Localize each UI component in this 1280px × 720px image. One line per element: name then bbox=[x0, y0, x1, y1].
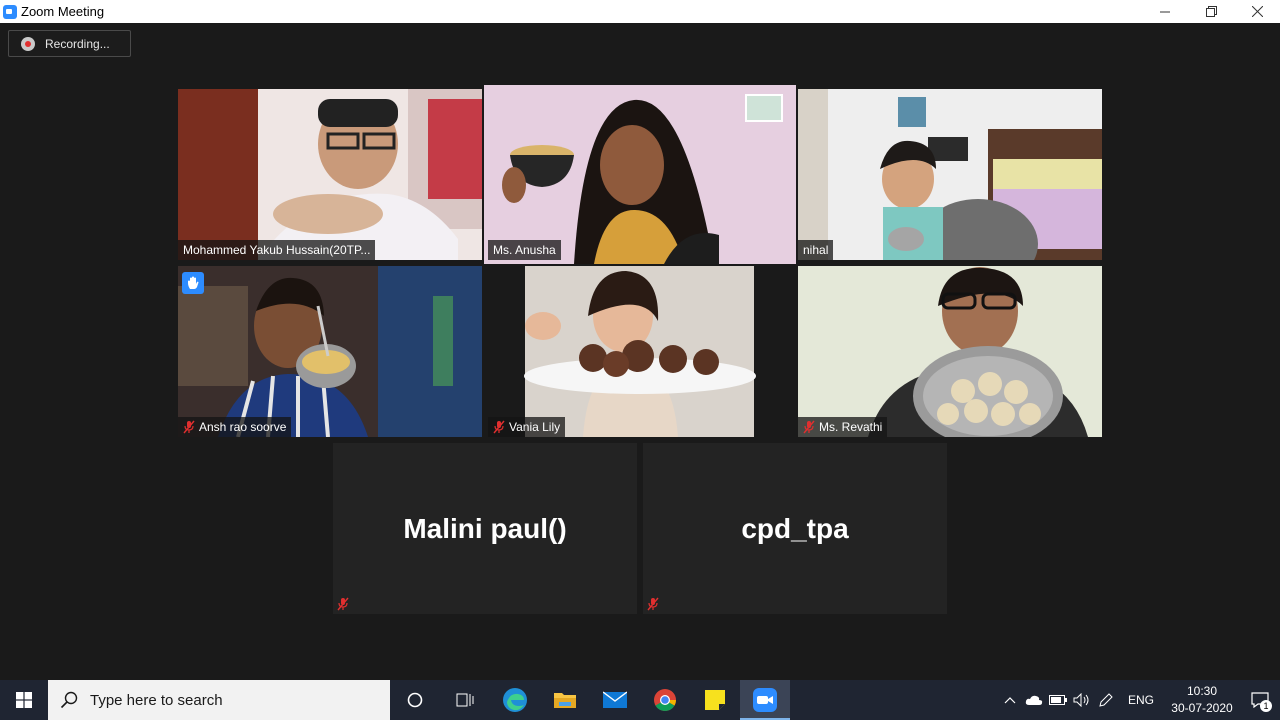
chrome-icon bbox=[654, 689, 676, 711]
windows-logo-icon bbox=[16, 692, 32, 708]
video-feed bbox=[178, 266, 482, 437]
pen-icon bbox=[1099, 693, 1113, 707]
muted-mic-icon bbox=[493, 420, 505, 434]
zoom-meeting-window: Zoom Meeting Recording... Mohammed Yakub… bbox=[0, 0, 1280, 680]
search-icon bbox=[60, 691, 78, 709]
title-bar: Zoom Meeting bbox=[0, 0, 1280, 23]
zoom-icon bbox=[753, 688, 777, 712]
taskbar-app-chrome[interactable] bbox=[640, 680, 690, 720]
windows-taskbar: Type here to search ENG 10:30 30-07-2020… bbox=[0, 680, 1280, 720]
muted-mic-icon bbox=[183, 420, 195, 434]
video-tile-anusha[interactable]: Ms. Anusha bbox=[484, 85, 796, 264]
start-button[interactable] bbox=[0, 680, 48, 720]
input-language-indicator[interactable]: ENG bbox=[1128, 693, 1154, 707]
clock-time: 10:30 bbox=[1186, 684, 1218, 698]
video-tile-vania[interactable]: Vania Lily bbox=[488, 266, 792, 437]
participant-name-tag: Ansh rao soorve bbox=[178, 417, 292, 437]
task-view-button[interactable] bbox=[440, 680, 490, 720]
notification-count: 1 bbox=[1260, 700, 1272, 712]
participant-name-tag: Mohammed Yakub Hussain(20TP... bbox=[178, 240, 376, 260]
cloud-icon bbox=[1025, 695, 1043, 705]
battery-tray-button[interactable] bbox=[1046, 680, 1070, 720]
edge-icon bbox=[503, 688, 527, 712]
task-view-icon bbox=[456, 693, 474, 707]
participant-name-tag: Ms. Anusha bbox=[488, 240, 561, 260]
action-center-button[interactable]: 1 bbox=[1240, 680, 1280, 720]
video-feed bbox=[488, 266, 792, 437]
participant-name: Ms. Revathi bbox=[819, 420, 883, 434]
window-title: Zoom Meeting bbox=[21, 4, 105, 19]
video-tile-nihal[interactable]: nihal bbox=[798, 89, 1102, 260]
volume-tray-button[interactable] bbox=[1070, 680, 1094, 720]
search-placeholder: Type here to search bbox=[90, 691, 223, 709]
mail-icon bbox=[603, 691, 627, 708]
video-feed bbox=[798, 89, 1102, 260]
sticky-notes-icon bbox=[705, 690, 725, 710]
participant-name: Ms. Anusha bbox=[493, 243, 556, 257]
minimize-icon bbox=[1160, 11, 1170, 12]
taskbar-app-edge[interactable] bbox=[490, 680, 540, 720]
taskbar-app-mail[interactable] bbox=[590, 680, 640, 720]
video-tile-ansh[interactable]: Ansh rao soorve bbox=[178, 266, 482, 437]
participant-display-name: cpd_tpa bbox=[741, 512, 849, 544]
restore-button[interactable] bbox=[1188, 0, 1234, 23]
video-feed bbox=[178, 89, 482, 260]
taskbar-app-zoom[interactable] bbox=[740, 680, 790, 720]
participant-name-tag: Vania Lily bbox=[488, 417, 566, 437]
minimize-button[interactable] bbox=[1142, 0, 1188, 23]
participant-display-name: Malini paul() bbox=[403, 512, 567, 544]
participant-name: Ansh rao soorve bbox=[199, 420, 287, 434]
participant-name: Vania Lily bbox=[509, 420, 561, 434]
muted-mic-icon bbox=[647, 597, 659, 611]
pen-tray-button[interactable] bbox=[1094, 680, 1118, 720]
speaker-icon bbox=[1073, 693, 1089, 707]
onedrive-tray-button[interactable] bbox=[1022, 680, 1046, 720]
cortana-icon bbox=[407, 692, 423, 708]
video-feed bbox=[798, 266, 1102, 437]
participant-name: nihal bbox=[803, 243, 829, 257]
recording-dot-icon bbox=[21, 36, 35, 51]
participant-name-tag: nihal bbox=[798, 240, 834, 260]
taskbar-app-file-explorer[interactable] bbox=[540, 680, 590, 720]
cortana-button[interactable] bbox=[390, 680, 440, 720]
restore-icon bbox=[1205, 6, 1217, 17]
close-icon bbox=[1251, 6, 1263, 17]
video-tile-mohammed[interactable]: Mohammed Yakub Hussain(20TP... bbox=[178, 89, 482, 260]
clock-date: 30-07-2020 bbox=[1171, 701, 1233, 715]
folder-icon bbox=[554, 693, 576, 708]
show-hidden-icons-button[interactable] bbox=[998, 680, 1022, 720]
clock-button[interactable]: 10:30 30-07-2020 bbox=[1164, 683, 1240, 717]
close-button[interactable] bbox=[1234, 0, 1280, 23]
battery-icon bbox=[1048, 695, 1067, 705]
raised-hand-icon bbox=[182, 272, 204, 294]
taskbar-app-sticky-notes[interactable] bbox=[690, 680, 740, 720]
muted-mic-icon bbox=[803, 420, 815, 434]
recording-indicator[interactable]: Recording... bbox=[8, 30, 131, 57]
video-tile-revathi[interactable]: Ms. Revathi bbox=[798, 266, 1102, 437]
video-off-tile-cpd[interactable]: cpd_tpa bbox=[643, 443, 947, 614]
participant-name: Mohammed Yakub Hussain(20TP... bbox=[183, 243, 371, 257]
taskbar-search-box[interactable]: Type here to search bbox=[48, 680, 390, 720]
muted-mic-icon bbox=[337, 597, 349, 611]
system-tray: ENG 10:30 30-07-2020 1 bbox=[998, 680, 1280, 720]
recording-label: Recording... bbox=[45, 36, 110, 51]
window-controls bbox=[1142, 0, 1280, 23]
video-off-tile-malini[interactable]: Malini paul() bbox=[333, 443, 637, 614]
zoom-app-icon bbox=[3, 4, 17, 19]
chevron-up-icon bbox=[1004, 697, 1016, 704]
video-feed bbox=[484, 85, 796, 264]
participant-name-tag: Ms. Revathi bbox=[798, 417, 888, 437]
